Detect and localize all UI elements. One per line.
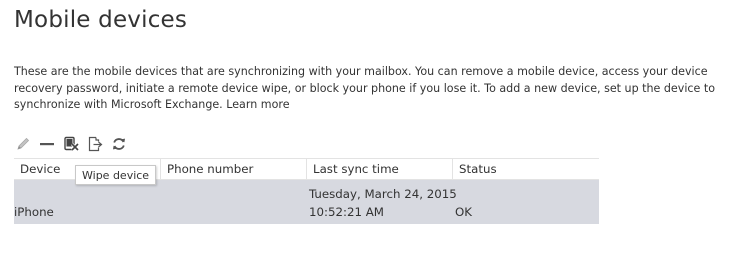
page-description: These are the mobile devices that are sy…	[14, 64, 726, 114]
wipe-device-tooltip: Wipe device	[75, 165, 157, 185]
device-cell: iPhone	[14, 205, 54, 219]
remove-button[interactable]	[38, 135, 55, 153]
refresh-icon	[112, 138, 125, 150]
column-header-phone-number[interactable]: Phone number	[160, 159, 306, 181]
column-header-last-sync-time[interactable]: Last sync time	[306, 159, 452, 181]
pencil-icon	[16, 137, 29, 150]
toolbar	[14, 134, 134, 154]
table-row[interactable]: iPhone Tuesday, March 24, 2015 10:52:21 …	[14, 180, 599, 224]
export-icon	[88, 136, 102, 152]
last-sync-time-cell: 10:52:21 AM	[309, 205, 384, 219]
last-sync-date-cell: Tuesday, March 24, 2015	[309, 187, 457, 201]
column-header-status[interactable]: Status	[452, 159, 599, 181]
edit-button[interactable]	[14, 135, 31, 153]
refresh-button[interactable]	[110, 135, 127, 153]
description-text: These are the mobile devices that are sy…	[14, 65, 715, 111]
wipe-device-button[interactable]	[62, 135, 79, 153]
page-title: Mobile devices	[14, 7, 188, 33]
wipe-device-icon	[63, 136, 79, 152]
export-button[interactable]	[86, 135, 103, 153]
minus-icon	[39, 143, 54, 146]
status-cell: OK	[455, 205, 473, 219]
learn-more-link[interactable]: Learn more	[226, 98, 289, 111]
